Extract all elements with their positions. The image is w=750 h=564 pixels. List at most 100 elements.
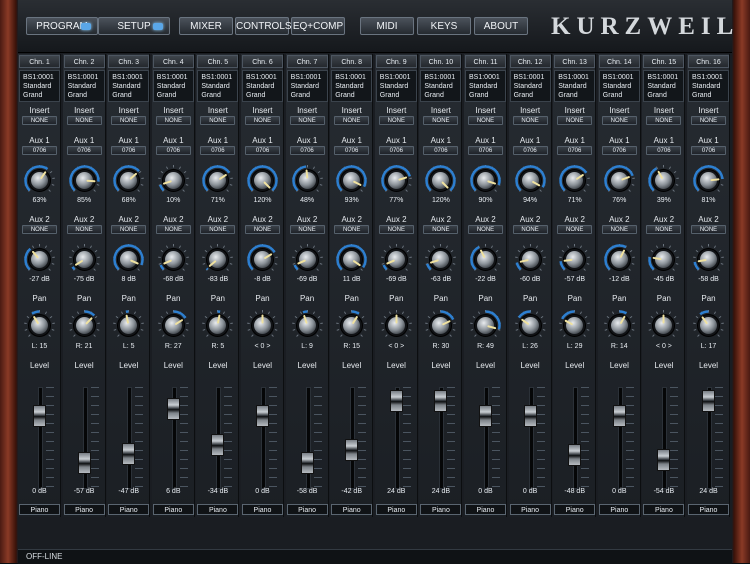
aux1-source-select[interactable]: 0706 [691,146,726,155]
program-select[interactable]: BS1:0001 Standard Grand [331,70,372,102]
level-fader[interactable] [256,405,269,427]
insert-select[interactable]: NONE [468,116,503,125]
pan-knob[interactable] [514,309,547,342]
aux2-knob[interactable] [603,243,636,276]
channel-name[interactable]: Chn. 16 [688,55,729,68]
insert-select[interactable]: NONE [646,116,681,125]
aux2-knob[interactable] [424,243,457,276]
aux1-knob[interactable] [647,164,680,197]
about-button[interactable]: ABOUT [474,17,528,35]
insert-select[interactable]: NONE [513,116,548,125]
insert-select[interactable]: NONE [423,116,458,125]
aux1-source-select[interactable]: 0706 [646,146,681,155]
aux2-knob[interactable] [68,243,101,276]
aux1-source-select[interactable]: 0706 [379,146,414,155]
insert-select[interactable]: NONE [245,116,280,125]
aux2-source-select[interactable]: NONE [200,225,235,234]
level-fader[interactable] [33,405,46,427]
pan-knob[interactable] [112,309,145,342]
channel-name[interactable]: Chn. 5 [197,55,238,68]
insert-select[interactable]: NONE [290,116,325,125]
aux1-knob[interactable] [23,164,56,197]
eq-comp-button[interactable]: EQ+COMP [291,17,345,35]
pan-knob[interactable] [380,309,413,342]
aux2-source-select[interactable]: NONE [156,225,191,234]
aux2-source-select[interactable]: NONE [468,225,503,234]
channel-name[interactable]: Chn. 12 [510,55,551,68]
program-select[interactable]: BS1:0001 Standard Grand [242,70,283,102]
channel-name[interactable]: Chn. 2 [64,55,105,68]
aux1-source-select[interactable]: 0706 [22,146,57,155]
aux1-source-select[interactable]: 0706 [602,146,637,155]
program-select[interactable]: BS1:0001 Standard Grand [420,70,461,102]
program-select[interactable]: BS1:0001 Standard Grand [19,70,60,102]
channel-name[interactable]: Chn. 6 [242,55,283,68]
aux2-source-select[interactable]: NONE [22,225,57,234]
aux1-source-select[interactable]: 0706 [334,146,369,155]
instrument-button[interactable]: Piano [197,504,238,515]
instrument-button[interactable]: Piano [599,504,640,515]
instrument-button[interactable]: Piano [554,504,595,515]
instrument-button[interactable]: Piano [643,504,684,515]
aux1-source-select[interactable]: 0706 [468,146,503,155]
aux1-source-select[interactable]: 0706 [111,146,146,155]
controls-button[interactable]: CONTROLS [235,17,289,35]
aux2-source-select[interactable]: NONE [691,225,726,234]
aux2-source-select[interactable]: NONE [557,225,592,234]
channel-name[interactable]: Chn. 7 [287,55,328,68]
aux1-knob[interactable] [68,164,101,197]
aux1-knob[interactable] [246,164,279,197]
aux2-source-select[interactable]: NONE [67,225,102,234]
channel-name[interactable]: Chn. 11 [465,55,506,68]
instrument-button[interactable]: Piano [376,504,417,515]
aux2-source-select[interactable]: NONE [334,225,369,234]
insert-select[interactable]: NONE [156,116,191,125]
insert-select[interactable]: NONE [111,116,146,125]
aux2-knob[interactable] [380,243,413,276]
channel-name[interactable]: Chn. 8 [331,55,372,68]
aux1-knob[interactable] [558,164,591,197]
aux1-source-select[interactable]: 0706 [156,146,191,155]
channel-name[interactable]: Chn. 9 [376,55,417,68]
channel-name[interactable]: Chn. 3 [108,55,149,68]
level-fader[interactable] [78,452,91,474]
aux1-source-select[interactable]: 0706 [245,146,280,155]
level-fader[interactable] [301,452,314,474]
aux1-knob[interactable] [112,164,145,197]
program-select[interactable]: BS1:0001 Standard Grand [688,70,729,102]
instrument-button[interactable]: Piano [465,504,506,515]
aux2-knob[interactable] [514,243,547,276]
level-fader[interactable] [211,434,224,456]
program-select[interactable]: BS1:0001 Standard Grand [554,70,595,102]
aux1-knob[interactable] [469,164,502,197]
insert-select[interactable]: NONE [334,116,369,125]
aux2-source-select[interactable]: NONE [379,225,414,234]
keys-button[interactable]: KEYS [417,17,471,35]
insert-select[interactable]: NONE [67,116,102,125]
pan-knob[interactable] [291,309,324,342]
level-fader[interactable] [390,390,403,412]
aux1-knob[interactable] [157,164,190,197]
instrument-button[interactable]: Piano [688,504,729,515]
channel-name[interactable]: Chn. 10 [420,55,461,68]
pan-knob[interactable] [246,309,279,342]
channel-name[interactable]: Chn. 13 [554,55,595,68]
aux2-source-select[interactable]: NONE [646,225,681,234]
instrument-button[interactable]: Piano [108,504,149,515]
instrument-button[interactable]: Piano [420,504,461,515]
program-select[interactable]: BS1:0001 Standard Grand [599,70,640,102]
program-select[interactable]: BS1:0001 Standard Grand [153,70,194,102]
aux2-source-select[interactable]: NONE [111,225,146,234]
pan-knob[interactable] [68,309,101,342]
level-fader[interactable] [167,398,180,420]
program-select[interactable]: BS1:0001 Standard Grand [510,70,551,102]
level-fader[interactable] [702,390,715,412]
level-fader[interactable] [434,390,447,412]
program-select[interactable]: BS1:0001 Standard Grand [287,70,328,102]
insert-select[interactable]: NONE [557,116,592,125]
aux2-knob[interactable] [647,243,680,276]
setup-button[interactable]: SETUP [98,17,170,35]
level-fader[interactable] [568,444,581,466]
level-fader[interactable] [524,405,537,427]
aux2-knob[interactable] [692,243,725,276]
